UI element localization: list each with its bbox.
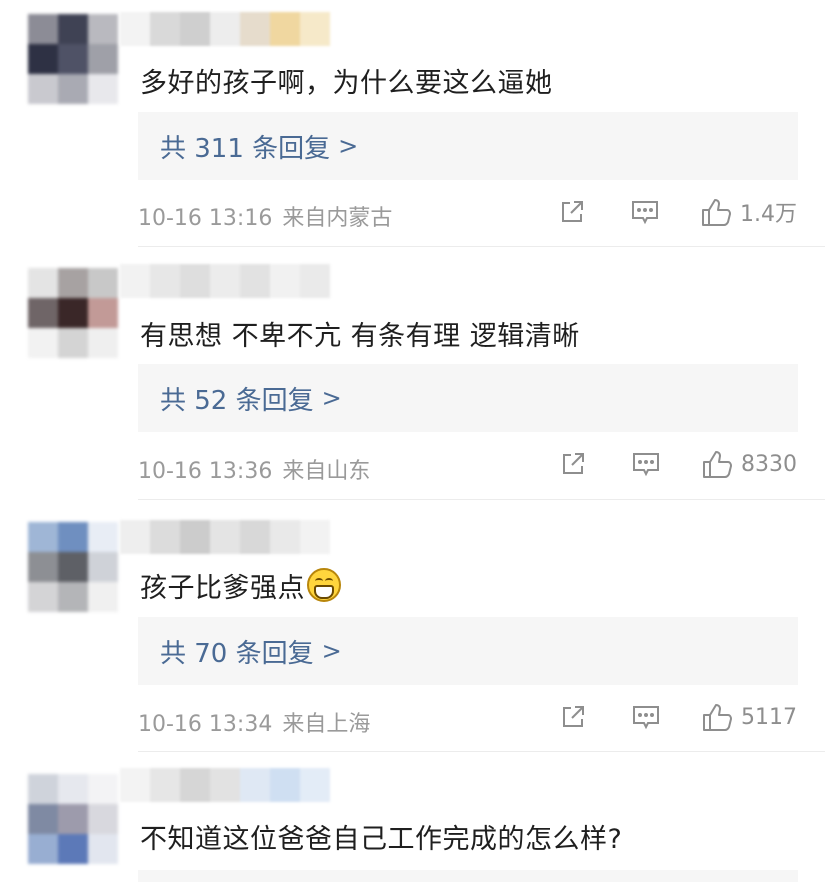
- share-button[interactable]: [559, 703, 587, 731]
- reply-comment-button[interactable]: [631, 703, 661, 731]
- comment-icon: [632, 201, 658, 225]
- thumbs-up-icon: [703, 451, 732, 478]
- chevron-right-icon: >: [338, 132, 359, 160]
- like-button[interactable]: 1.4万: [700, 196, 797, 228]
- share-button[interactable]: [558, 198, 586, 226]
- comment-icon: [633, 706, 659, 730]
- view-replies-button[interactable]: 共 70 条回复 >: [138, 617, 798, 685]
- avatar[interactable]: [28, 268, 118, 358]
- grin-emoji: [307, 568, 341, 602]
- chevron-right-icon: >: [321, 637, 342, 665]
- comment-actions: 8330: [559, 449, 797, 479]
- comment-timestamp: 10-16 13:36: [138, 459, 273, 484]
- like-count: 5117: [741, 704, 797, 730]
- like-count: 1.4万: [740, 202, 797, 227]
- view-replies-button[interactable]: 共 52 条回复 >: [138, 364, 798, 432]
- avatar[interactable]: [28, 14, 118, 104]
- comment-meta: 10-16 13:36 来自山东: [138, 453, 370, 485]
- comment-text: 多好的孩子啊，为什么要这么逼她: [140, 67, 553, 99]
- comment-text: 不知道这位爸爸自己工作完成的怎么样?: [140, 823, 623, 855]
- share-icon: [562, 201, 583, 222]
- share-button[interactable]: [559, 450, 587, 478]
- like-button[interactable]: 5117: [701, 702, 797, 732]
- comment-timestamp: 10-16 13:34: [138, 712, 273, 737]
- comment-location: 来自内蒙古: [282, 206, 393, 231]
- divider: [138, 246, 825, 247]
- comment-icon: [633, 453, 659, 477]
- comment-text: 有思想 不卑不亢 有条有理 逻辑清晰: [140, 320, 580, 352]
- comment-actions: 5117: [559, 702, 797, 732]
- reply-comment-button[interactable]: [630, 198, 660, 226]
- username-blurred[interactable]: [120, 12, 330, 46]
- username-blurred[interactable]: [120, 520, 330, 554]
- view-replies-button[interactable]: 共 311 条回复 >: [138, 112, 798, 180]
- comment-meta: 10-16 13:16 来自内蒙古: [138, 200, 392, 232]
- thumbs-up-icon: [702, 199, 731, 226]
- reply-count-label: 共 311 条回复: [160, 133, 331, 164]
- comment-meta: 10-16 13:34 来自上海: [138, 706, 370, 738]
- reply-count-label: 共 70 条回复: [160, 638, 314, 669]
- comment-location: 来自山东: [282, 459, 371, 484]
- comment-location: 来自上海: [282, 712, 371, 737]
- thumbs-up-icon: [703, 704, 732, 731]
- share-icon: [563, 453, 584, 474]
- like-button[interactable]: 8330: [701, 449, 797, 479]
- avatar[interactable]: [28, 522, 118, 612]
- chevron-right-icon: >: [321, 384, 342, 412]
- view-replies-button[interactable]: [138, 870, 798, 882]
- comment-timestamp: 10-16 13:16: [138, 206, 273, 231]
- comment-actions: 1.4万: [558, 196, 797, 228]
- divider: [138, 499, 825, 500]
- avatar[interactable]: [28, 774, 118, 864]
- username-blurred[interactable]: [120, 768, 330, 802]
- reply-comment-button[interactable]: [631, 450, 661, 478]
- comment-text: 孩子比爹强点: [140, 565, 341, 605]
- share-icon: [563, 706, 584, 727]
- username-blurred[interactable]: [120, 264, 330, 298]
- reply-count-label: 共 52 条回复: [160, 385, 314, 416]
- divider: [138, 751, 825, 752]
- like-count: 8330: [741, 451, 797, 477]
